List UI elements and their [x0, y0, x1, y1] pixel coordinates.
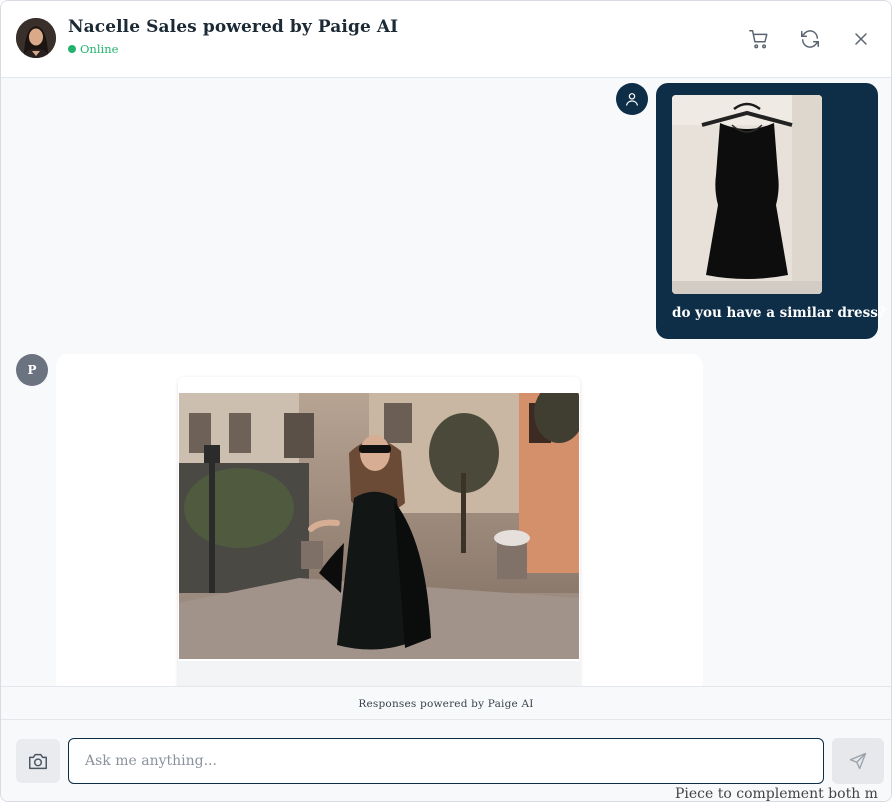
chat-window: Nacelle Sales powered by Paige AI Online [0, 0, 892, 802]
bot-avatar: P [16, 354, 48, 386]
agent-avatar [16, 18, 56, 58]
user-icon [626, 93, 638, 106]
bot-message-bubble [56, 354, 703, 686]
powered-by-note: Responses powered by Paige AI [1, 686, 891, 720]
user-message-text: do you have a similar dress? [672, 305, 886, 321]
message-input[interactable] [68, 738, 824, 784]
camera-icon [29, 753, 47, 770]
refresh-button[interactable] [797, 26, 823, 52]
chat-title: Nacelle Sales powered by Paige AI [68, 17, 399, 37]
product-card-footer [178, 661, 580, 686]
product-card[interactable] [178, 377, 580, 686]
send-icon [849, 752, 867, 770]
refresh-icon [801, 30, 819, 48]
product-image[interactable] [179, 393, 579, 659]
user-message-bubble: do you have a similar dress? [656, 83, 886, 339]
close-button[interactable] [848, 26, 874, 52]
status-label: Online [80, 42, 119, 56]
status-indicator: Online [68, 42, 118, 56]
cart-button[interactable] [746, 26, 772, 52]
chat-header: Nacelle Sales powered by Paige AI Online [1, 1, 891, 78]
send-button[interactable] [832, 738, 884, 784]
message-list[interactable]: do you have a similar dress? P [1, 78, 891, 686]
online-dot-icon [68, 45, 76, 53]
uploaded-dress-image[interactable] [672, 95, 822, 294]
cart-icon [749, 30, 768, 49]
camera-button[interactable] [16, 739, 60, 783]
background-page-text: Piece to complement both m [675, 786, 878, 802]
user-avatar [616, 83, 648, 115]
close-icon [855, 33, 867, 45]
